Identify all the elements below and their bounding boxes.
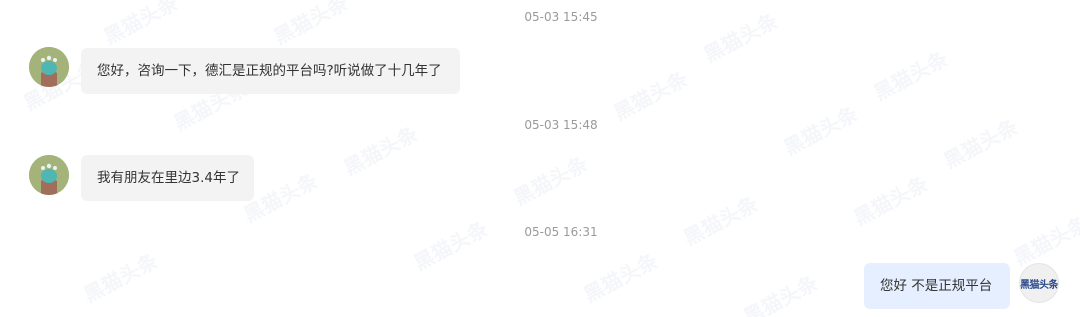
brand-logo-avatar[interactable]: 黑猫头条 — [1019, 263, 1059, 303]
watermark: 黑猫头条 — [99, 0, 182, 50]
watermark: 黑猫头条 — [409, 216, 492, 276]
watermark: 黑猫头条 — [739, 270, 822, 317]
message-timestamp: 05-03 15:48 — [524, 118, 598, 132]
chat-panel: 黑猫头条 黑猫头条 黑猫头条 黑猫头条 黑猫头条 黑猫头条 黑猫头条 黑猫头条 … — [0, 0, 1080, 317]
watermark: 黑猫头条 — [269, 0, 352, 50]
watermark: 黑猫头条 — [869, 46, 952, 106]
avatar-figure-icon — [29, 155, 69, 195]
avatar-logo-text: 黑猫头条 — [1020, 279, 1058, 291]
watermark: 黑猫头条 — [849, 171, 932, 231]
watermark: 黑猫头条 — [679, 191, 762, 251]
watermark: 黑猫头条 — [609, 66, 692, 126]
user-avatar-icon[interactable] — [29, 47, 69, 87]
watermark: 黑猫头条 — [79, 248, 162, 308]
user-avatar-icon[interactable] — [29, 155, 69, 195]
watermark: 黑猫头条 — [1009, 211, 1080, 271]
message-bubble-incoming: 您好，咨询一下，德汇是正规的平台吗?听说做了十几年了 — [81, 48, 460, 94]
watermark: 黑猫头条 — [509, 151, 592, 211]
message-bubble-incoming: 我有朋友在里边3.4年了 — [81, 155, 254, 201]
message-timestamp: 05-05 16:31 — [524, 225, 598, 239]
message-bubble-outgoing: 您好 不是正规平台 — [864, 263, 1010, 309]
message-timestamp: 05-03 15:45 — [524, 10, 598, 24]
watermark: 黑猫头条 — [579, 248, 662, 308]
avatar-figure-icon — [29, 47, 69, 87]
